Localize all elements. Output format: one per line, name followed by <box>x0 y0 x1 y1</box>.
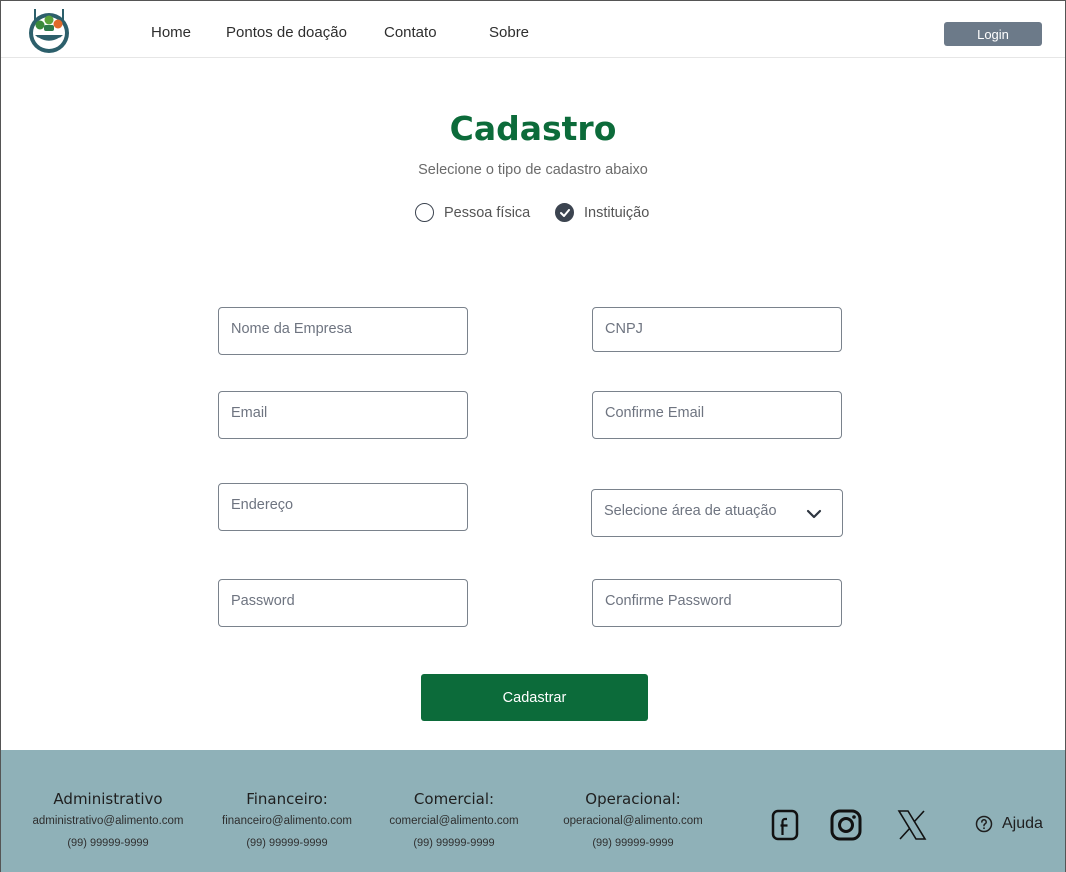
login-button[interactable]: Login <box>944 22 1042 46</box>
area-select[interactable]: Selecione área de atuação <box>591 489 843 537</box>
radio-checked-icon[interactable] <box>555 203 574 222</box>
page-title: Cadastro <box>449 109 617 148</box>
address-input[interactable]: Endereço <box>218 483 468 531</box>
contact-phone: (99) 99999-9999 <box>592 837 674 849</box>
contact-phone: (99) 99999-9999 <box>67 837 149 849</box>
contact-phone: (99) 99999-9999 <box>246 837 328 849</box>
contact-operacional: Operacional: operacional@alimento.com (9… <box>553 790 713 849</box>
password-input[interactable]: Password <box>218 579 468 627</box>
help-link[interactable]: Ajuda <box>975 815 1043 833</box>
company-name-input[interactable]: Nome da Empresa <box>218 307 468 355</box>
radio-unchecked-icon[interactable] <box>415 203 434 222</box>
contact-comercial: Comercial: comercial@alimento.com (99) 9… <box>383 790 525 849</box>
radio-label-instituicao: Instituição <box>584 204 650 221</box>
contact-phone: (99) 99999-9999 <box>413 837 495 849</box>
contact-title: Administrativo <box>53 790 163 808</box>
help-icon <box>975 815 993 833</box>
nav-link-contato[interactable]: Contato <box>384 24 437 41</box>
cnpj-input[interactable]: CNPJ <box>592 307 842 352</box>
confirm-password-input[interactable]: Confirme Password <box>592 579 842 627</box>
footer: Administrativo administrativo@alimento.c… <box>1 750 1065 872</box>
radio-pessoa-fisica[interactable]: Pessoa física <box>415 203 530 222</box>
page-subtitle: Selecione o tipo de cadastro abaixo <box>418 162 648 178</box>
area-select-label: Selecione área de atuação <box>604 503 777 519</box>
contact-title: Operacional: <box>585 790 681 808</box>
radio-label-pessoa-fisica: Pessoa física <box>444 204 531 221</box>
contact-title: Comercial: <box>413 790 495 808</box>
chevron-down-icon <box>806 509 822 519</box>
nav-link-sobre[interactable]: Sobre <box>489 24 529 41</box>
contact-administrativo: Administrativo administrativo@alimento.c… <box>25 790 191 849</box>
x-icon[interactable] <box>897 809 927 841</box>
contact-financeiro: Financeiro: financeiro@alimento.com (99)… <box>213 790 361 849</box>
confirm-email-input[interactable]: Confirme Email <box>592 391 842 439</box>
contact-title: Financeiro: <box>246 790 328 808</box>
submit-button[interactable]: Cadastrar <box>421 674 648 721</box>
help-label: Ajuda <box>1002 815 1043 832</box>
instagram-icon[interactable] <box>830 809 862 841</box>
contact-email[interactable]: operacional@alimento.com <box>553 815 713 827</box>
radio-instituicao[interactable]: Instituição <box>555 203 649 222</box>
contact-email[interactable]: administrativo@alimento.com <box>25 815 191 827</box>
nav-link-pontos-doacao[interactable]: Pontos de doação <box>226 24 347 41</box>
email-input[interactable]: Email <box>218 391 468 439</box>
nav-link-home[interactable]: Home <box>151 24 191 41</box>
navbar: Home Pontos de doação Contato Sobre Logi… <box>1 1 1065 58</box>
contact-email[interactable]: comercial@alimento.com <box>383 815 525 827</box>
contact-email[interactable]: financeiro@alimento.com <box>213 815 361 827</box>
facebook-icon[interactable] <box>771 809 799 841</box>
logo[interactable] <box>23 5 75 55</box>
